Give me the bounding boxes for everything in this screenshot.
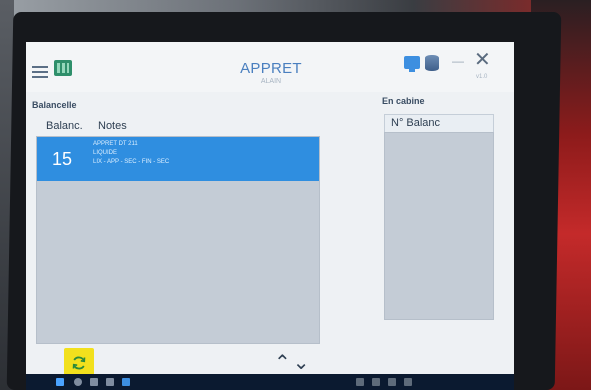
notes-line: APPRET DT 211 <box>93 141 138 147</box>
right-table-header: N° Balanc <box>384 114 494 134</box>
monitor-icon[interactable] <box>404 56 420 72</box>
close-icon[interactable]: ✕ <box>474 47 491 72</box>
column-header-notes: Notes <box>98 120 127 132</box>
en-cabine-list[interactable] <box>384 132 494 320</box>
taskbar-app-icon[interactable] <box>106 378 114 386</box>
balancelle-notes: APPRET DT 211 LIQUIDE LIX - APP - SEC - … <box>93 140 169 167</box>
system-tray-icon[interactable] <box>356 378 364 386</box>
column-header-n-balanc: N° Balanc <box>391 117 441 129</box>
windows-taskbar <box>26 374 514 390</box>
system-tray-icon[interactable] <box>388 378 396 386</box>
left-table-header: Balanc. Notes <box>32 120 319 136</box>
en-cabine-section-title: En cabine <box>382 96 425 106</box>
notes-line: LIQUIDE <box>93 150 118 156</box>
minimize-icon[interactable]: — <box>452 54 464 68</box>
balancelle-section-title: Balancelle <box>32 100 77 110</box>
app-subtitle: ALAIN <box>260 78 282 85</box>
system-tray-icon[interactable] <box>404 378 412 386</box>
list-item[interactable]: 15 APPRET DT 211 LIQUIDE LIX - APP - SEC… <box>37 137 319 181</box>
notes-line: LIX - APP - SEC - FIN - SEC <box>93 159 170 165</box>
column-header-balanc: Balanc. <box>46 120 83 132</box>
search-icon[interactable] <box>74 378 82 386</box>
task-view-icon[interactable] <box>90 378 98 386</box>
refresh-icon <box>72 356 86 370</box>
app-screen: APPRET ALAIN — ✕ v1.0 Balancelle Balanc.… <box>26 42 514 382</box>
hamburger-icon[interactable] <box>32 66 48 78</box>
scroll-down-button[interactable]: ⌄ <box>293 352 312 374</box>
balancelle-number: 15 <box>52 149 73 169</box>
grid-icon[interactable] <box>54 60 72 76</box>
scroll-arrows: ⌃⌄ <box>274 350 312 375</box>
title-bar: APPRET ALAIN — ✕ v1.0 <box>26 42 514 92</box>
taskbar-app-icon[interactable] <box>122 378 130 386</box>
balancelle-list[interactable]: 15 APPRET DT 211 LIQUIDE LIX - APP - SEC… <box>36 136 320 344</box>
app-version: v1.0 <box>476 74 488 80</box>
windows-start-icon[interactable] <box>56 378 64 386</box>
app-title: APPRET <box>240 60 302 77</box>
system-tray-icon[interactable] <box>372 378 380 386</box>
scroll-up-button[interactable]: ⌃ <box>274 352 293 374</box>
database-icon[interactable] <box>425 55 439 71</box>
